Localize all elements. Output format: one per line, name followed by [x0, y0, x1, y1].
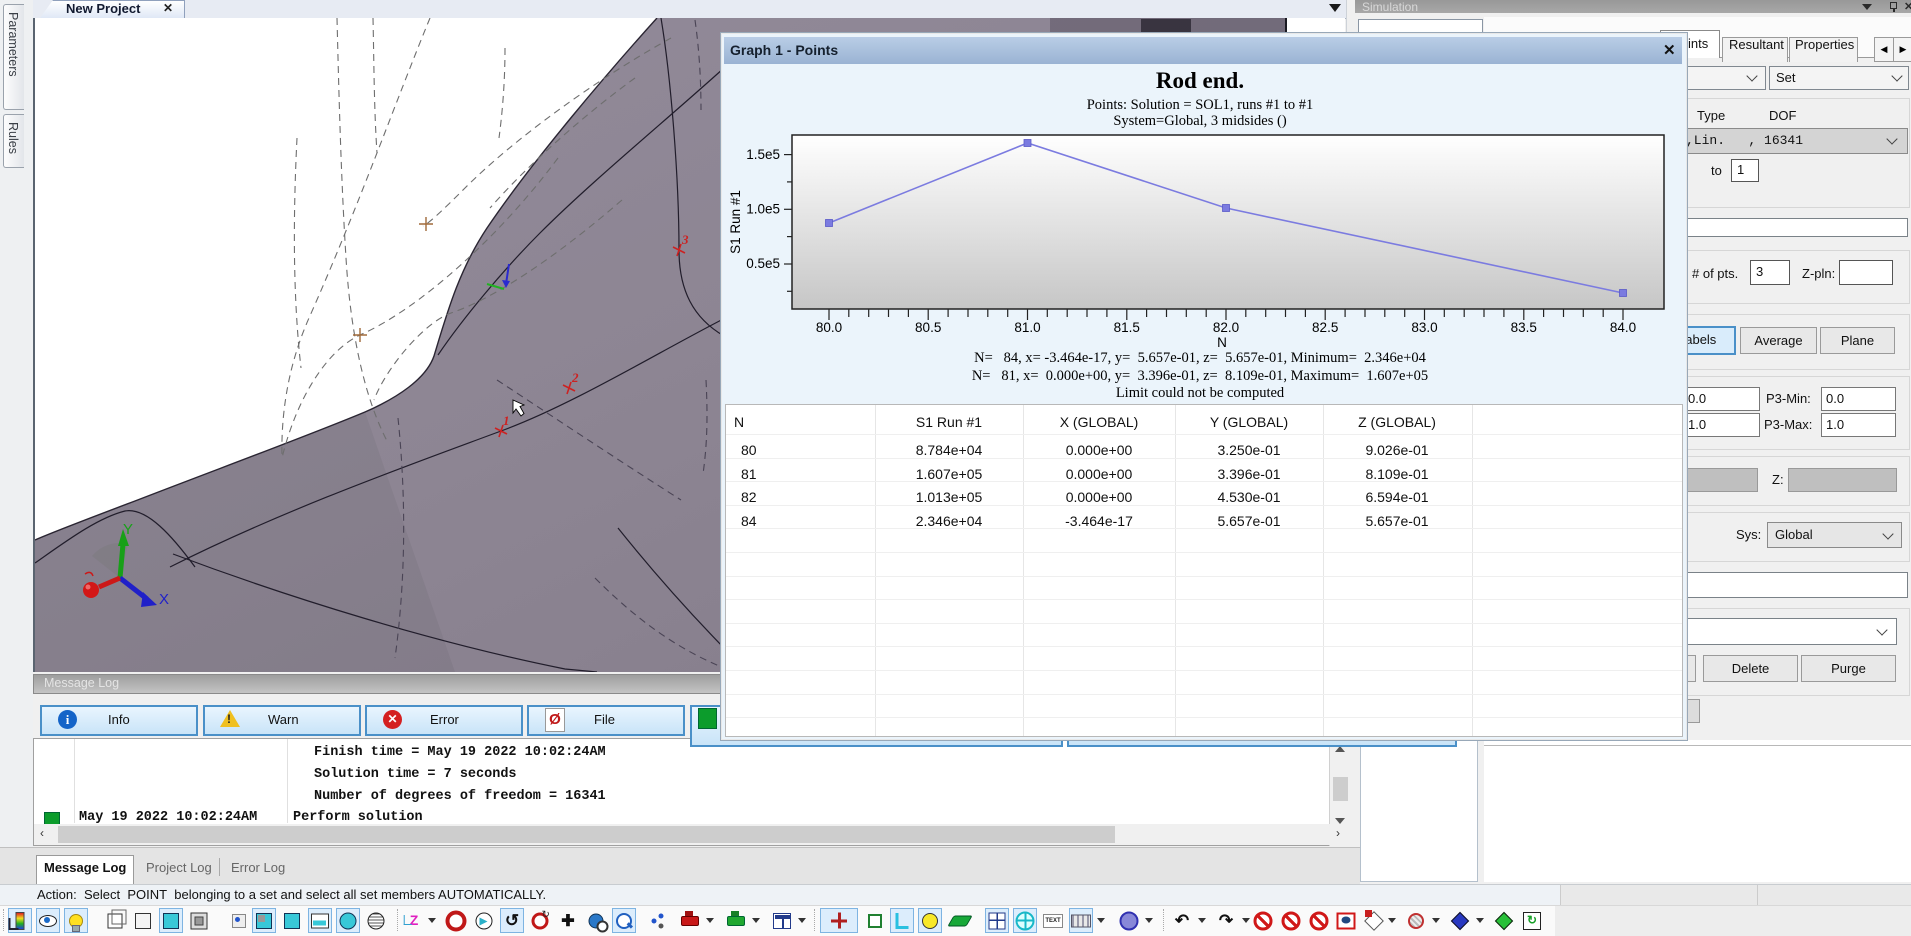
svg-text:S1 Run #1: S1 Run #1 — [728, 190, 743, 254]
svg-text:84.0: 84.0 — [1610, 320, 1636, 335]
svg-text:83.5: 83.5 — [1511, 320, 1537, 335]
svg-text:82.5: 82.5 — [1312, 320, 1338, 335]
svg-text:X: X — [159, 591, 169, 608]
svg-text:83.0: 83.0 — [1411, 320, 1437, 335]
svg-text:N: N — [1217, 335, 1227, 350]
svg-text:2: 2 — [571, 370, 579, 385]
svg-text:80.0: 80.0 — [816, 320, 842, 335]
svg-text:81.0: 81.0 — [1014, 320, 1040, 335]
svg-text:Y: Y — [123, 521, 133, 538]
svg-text:82.0: 82.0 — [1213, 320, 1239, 335]
svg-text:3: 3 — [681, 232, 689, 247]
svg-text:1: 1 — [503, 413, 510, 428]
svg-text:80.5: 80.5 — [915, 320, 941, 335]
svg-text:1.5e5: 1.5e5 — [746, 147, 780, 162]
svg-text:1.0e5: 1.0e5 — [746, 202, 780, 217]
svg-text:81.5: 81.5 — [1114, 320, 1140, 335]
svg-text:0.5e5: 0.5e5 — [746, 256, 780, 271]
